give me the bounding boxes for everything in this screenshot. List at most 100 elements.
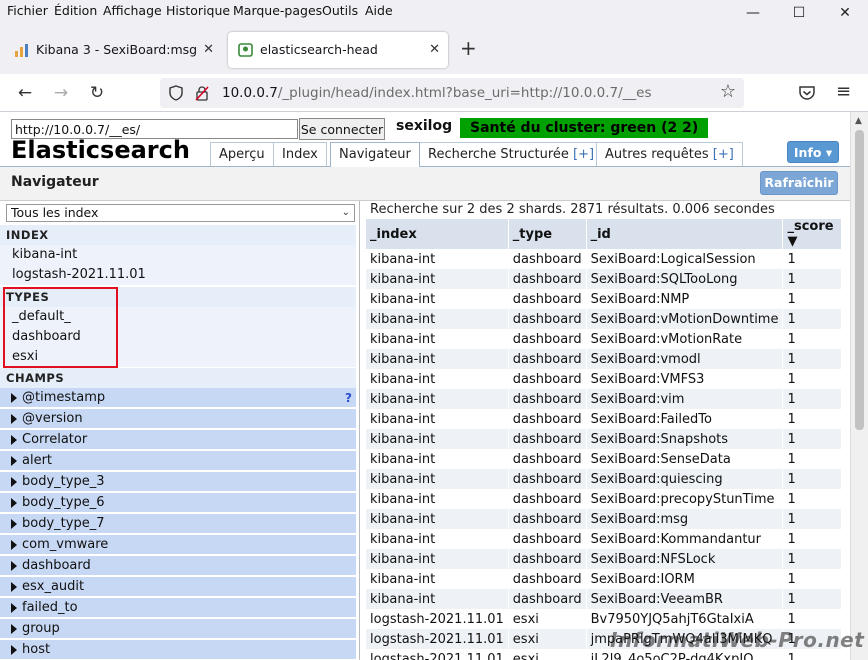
sidebar-field-item[interactable]: dashboard <box>0 556 356 576</box>
scroll-thumb[interactable] <box>855 130 864 430</box>
tab-elasticsearch-head[interactable]: elasticsearch-head ✕ <box>228 32 448 68</box>
column-header-index[interactable]: _index <box>366 219 509 249</box>
table-row[interactable]: logstash-2021.11.01 esxi Bv7950YJQ5ahjT6Gt… <box>366 609 843 629</box>
close-window-button[interactable]: ✕ <box>822 0 868 26</box>
pocket-icon[interactable] <box>798 85 816 101</box>
expand-triangle-icon <box>11 498 17 508</box>
new-tab-button[interactable]: + <box>460 36 477 60</box>
connect-button[interactable]: Se connecter <box>299 118 385 140</box>
sidebar-field-item[interactable]: @version <box>0 409 356 429</box>
maximize-button[interactable]: ☐ <box>776 0 822 26</box>
sidebar-field-item[interactable]: failed_to <box>0 598 356 618</box>
cell-score: 1 <box>782 449 843 469</box>
cell-score: 1 <box>782 509 843 529</box>
sidebar-field-item[interactable]: @timestamp? <box>0 388 356 408</box>
sidebar-index-item[interactable]: kibana-int <box>0 245 356 265</box>
table-row[interactable]: kibana-int dashboard SexiBoard:Snapshots 1 <box>366 429 843 449</box>
close-icon[interactable]: ✕ <box>429 32 440 68</box>
es-tabs: Aperçu Index Navigateur Recherche Struct… <box>0 142 850 167</box>
cell-index: kibana-int <box>366 449 509 469</box>
menu-historique[interactable]: Historique <box>166 3 230 18</box>
hamburger-menu-icon[interactable]: ≡ <box>836 81 851 102</box>
table-row[interactable]: kibana-int dashboard SexiBoard:vMotionRate… <box>366 329 843 349</box>
table-row[interactable]: kibana-int dashboard SexiBoard:vim 1 <box>366 389 843 409</box>
close-icon[interactable]: ✕ <box>203 32 214 68</box>
shield-icon[interactable] <box>168 85 184 101</box>
index-select[interactable]: Tous les index ⌄ <box>6 204 355 222</box>
cell-score: 1 <box>782 409 843 429</box>
menu-edition[interactable]: Édition <box>54 3 97 18</box>
sidebar-field-item[interactable]: esx_audit <box>0 577 356 597</box>
navigation-bar: ← → ↻ 10.0.0.7/_plugin/head/index.html?b… <box>0 74 868 112</box>
insecure-lock-icon[interactable] <box>194 85 210 101</box>
menu-outils[interactable]: Outils <box>322 3 358 18</box>
column-header-id[interactable]: _id <box>586 219 784 249</box>
tab-index[interactable]: Index <box>273 142 327 166</box>
sidebar-field-item[interactable]: group <box>0 619 356 639</box>
table-row[interactable]: kibana-int dashboard SexiBoard:SQLTooLong 1 <box>366 269 843 289</box>
cell-id: SexiBoard:vMotionRate <box>586 329 784 349</box>
table-row[interactable]: kibana-int dashboard SexiBoard:LogicalSess… <box>366 249 843 269</box>
sidebar-field-item[interactable]: body_type_6 <box>0 493 356 513</box>
sidebar-field-item[interactable]: com_vmware <box>0 535 356 555</box>
table-row[interactable]: kibana-int dashboard SexiBoard:Kommandantu… <box>366 529 843 549</box>
fields-section-header: CHAMPS <box>0 368 356 388</box>
scroll-up-icon[interactable]: ▲ <box>855 116 862 126</box>
back-arrow-icon[interactable]: ← <box>14 82 36 104</box>
minimize-button[interactable]: — <box>730 0 776 26</box>
sidebar-field-item[interactable]: Correlator <box>0 430 356 450</box>
column-header-score[interactable]: _score ▼ <box>782 219 843 249</box>
info-dropdown-button[interactable]: Info ▾ <box>787 141 839 163</box>
cell-type: dashboard <box>508 529 587 549</box>
expand-triangle-icon <box>11 456 17 466</box>
cell-index: kibana-int <box>366 469 509 489</box>
tab-kibana[interactable]: Kibana 3 - SexiBoard:msg ✕ <box>4 32 222 68</box>
cell-score: 1 <box>782 609 843 629</box>
address-bar[interactable]: 10.0.0.7/_plugin/head/index.html?base_ur… <box>160 78 744 108</box>
table-row[interactable]: kibana-int dashboard SexiBoard:quiescing 1 <box>366 469 843 489</box>
menu-fichier[interactable]: Fichier <box>7 3 48 18</box>
menu-aide[interactable]: Aide <box>365 3 393 18</box>
cell-type: dashboard <box>508 589 587 609</box>
table-row[interactable]: kibana-int dashboard SexiBoard:NFSLock 1 <box>366 549 843 569</box>
table-row[interactable]: kibana-int dashboard SexiBoard:vmodl 1 <box>366 349 843 369</box>
refresh-button[interactable]: Rafraîchir <box>760 171 838 195</box>
forward-arrow-icon[interactable]: → <box>50 82 72 104</box>
tab-navigateur[interactable]: Navigateur <box>330 142 420 167</box>
menu-marque-pages[interactable]: Marque-pages <box>233 3 322 18</box>
table-row[interactable]: kibana-int dashboard SexiBoard:VeeamBR 1 <box>366 589 843 609</box>
tab-autres-requetes[interactable]: Autres requêtes [+] <box>596 142 743 166</box>
sidebar-field-item[interactable]: body_type_7 <box>0 514 356 534</box>
cell-index: kibana-int <box>366 289 509 309</box>
sidebar-field-item[interactable]: body_type_3 <box>0 472 356 492</box>
cell-type: dashboard <box>508 489 587 509</box>
reload-icon[interactable]: ↻ <box>86 82 108 104</box>
bookmark-star-icon[interactable]: ☆ <box>720 81 736 102</box>
tab-title: elasticsearch-head <box>260 42 378 57</box>
cell-index: kibana-int <box>366 249 509 269</box>
table-row[interactable]: kibana-int dashboard SexiBoard:VMFS3 1 <box>366 369 843 389</box>
table-row[interactable]: kibana-int dashboard SexiBoard:precopyStun… <box>366 489 843 509</box>
cell-index: logstash-2021.11.01 <box>366 609 509 629</box>
cell-score: 1 <box>782 529 843 549</box>
cell-id: SexiBoard:vmodl <box>586 349 784 369</box>
cell-score: 1 <box>782 309 843 329</box>
tab-apercu[interactable]: Aperçu <box>210 142 274 166</box>
tab-recherche-structuree[interactable]: Recherche Structurée [+] <box>419 142 604 166</box>
cell-index: kibana-int <box>366 269 509 289</box>
table-row[interactable]: kibana-int dashboard SexiBoard:NMP 1 <box>366 289 843 309</box>
cell-score: 1 <box>782 349 843 369</box>
sidebar-field-item[interactable]: alert <box>0 451 356 471</box>
table-row[interactable]: kibana-int dashboard SexiBoard:msg 1 <box>366 509 843 529</box>
column-header-type[interactable]: _type <box>508 219 587 249</box>
table-row[interactable]: kibana-int dashboard SexiBoard:IORM 1 <box>366 569 843 589</box>
sidebar-index-item[interactable]: logstash-2021.11.01 <box>0 265 356 285</box>
cell-id: SexiBoard:precopyStunTime <box>586 489 784 509</box>
table-row[interactable]: kibana-int dashboard SexiBoard:FailedTo 1 <box>366 409 843 429</box>
sidebar-field-item[interactable]: host <box>0 640 356 660</box>
table-row[interactable]: kibana-int dashboard SexiBoard:SenseData 1 <box>366 449 843 469</box>
page-scrollbar[interactable]: ▲ <box>850 112 868 660</box>
help-icon[interactable]: ? <box>345 388 352 408</box>
table-row[interactable]: kibana-int dashboard SexiBoard:vMotionDown… <box>366 309 843 329</box>
menu-affichage[interactable]: Affichage <box>103 3 162 18</box>
